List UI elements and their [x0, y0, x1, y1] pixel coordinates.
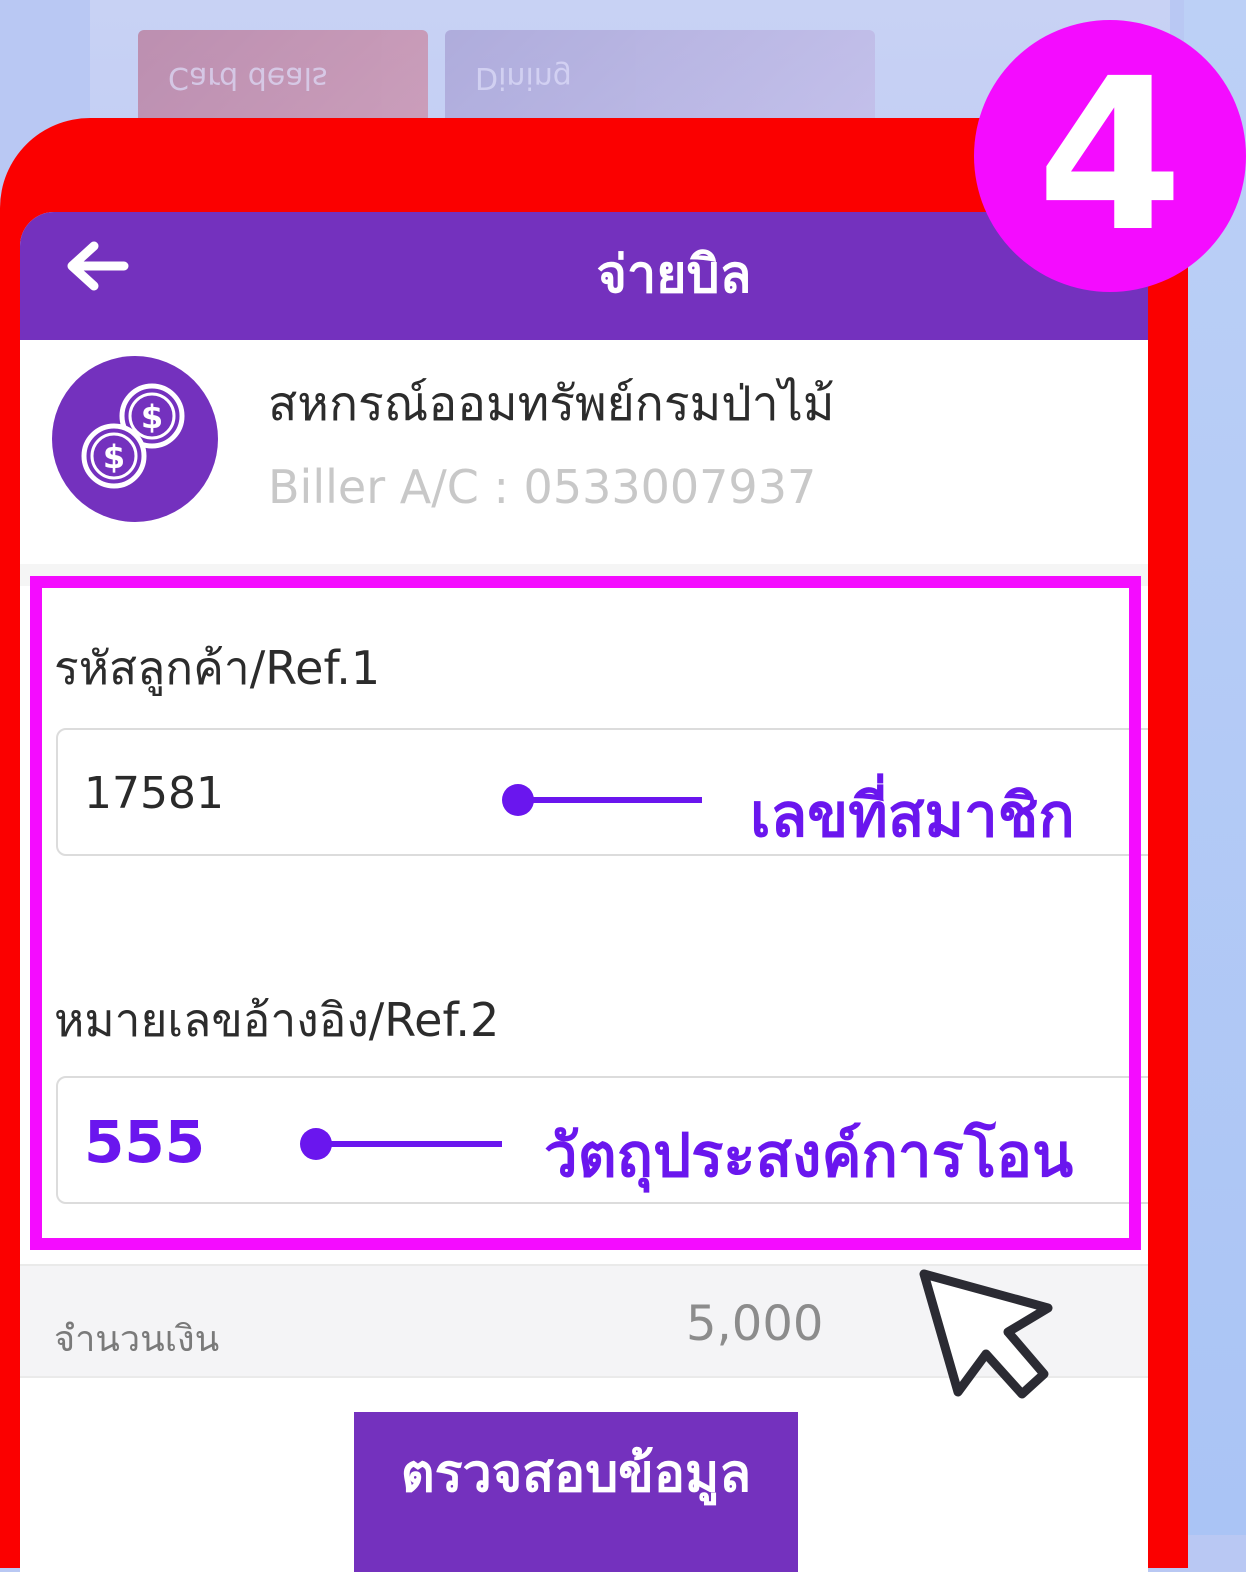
biller-name: สหกรณ์ออมทรัพย์กรมป่าไม้ — [268, 376, 835, 432]
verify-button[interactable]: ตรวจสอบข้อมูล — [354, 1412, 798, 1572]
ref2-annotation: วัตถุประสงค์การโอน — [544, 1121, 1074, 1191]
svg-text:$: $ — [103, 438, 125, 476]
amount-value: 5,000 — [686, 1296, 824, 1352]
step-number-badge: 4 — [974, 20, 1246, 292]
annotation-line — [314, 1141, 502, 1147]
coins-dollar-icon: $ $ — [52, 356, 218, 522]
svg-text:$: $ — [141, 398, 163, 436]
top-bar: จ่ายบิล — [20, 212, 1148, 340]
page-title: จ่ายบิล — [596, 245, 752, 305]
amount-label: จำนวนเงิน — [54, 1319, 220, 1360]
background-card-text: Card deals — [168, 60, 328, 95]
background-card-text: Dining — [475, 60, 572, 95]
biller-account: Biller A/C : 0533007937 — [268, 460, 817, 514]
biller-info: $ $ สหกรณ์ออมทรัพย์กรมป่าไม้ Biller A/C … — [20, 340, 1148, 566]
ref1-annotation: เลขที่สมาชิก — [750, 781, 1075, 851]
mouse-pointer-icon — [919, 1269, 1053, 1399]
annotation-line — [516, 797, 702, 803]
